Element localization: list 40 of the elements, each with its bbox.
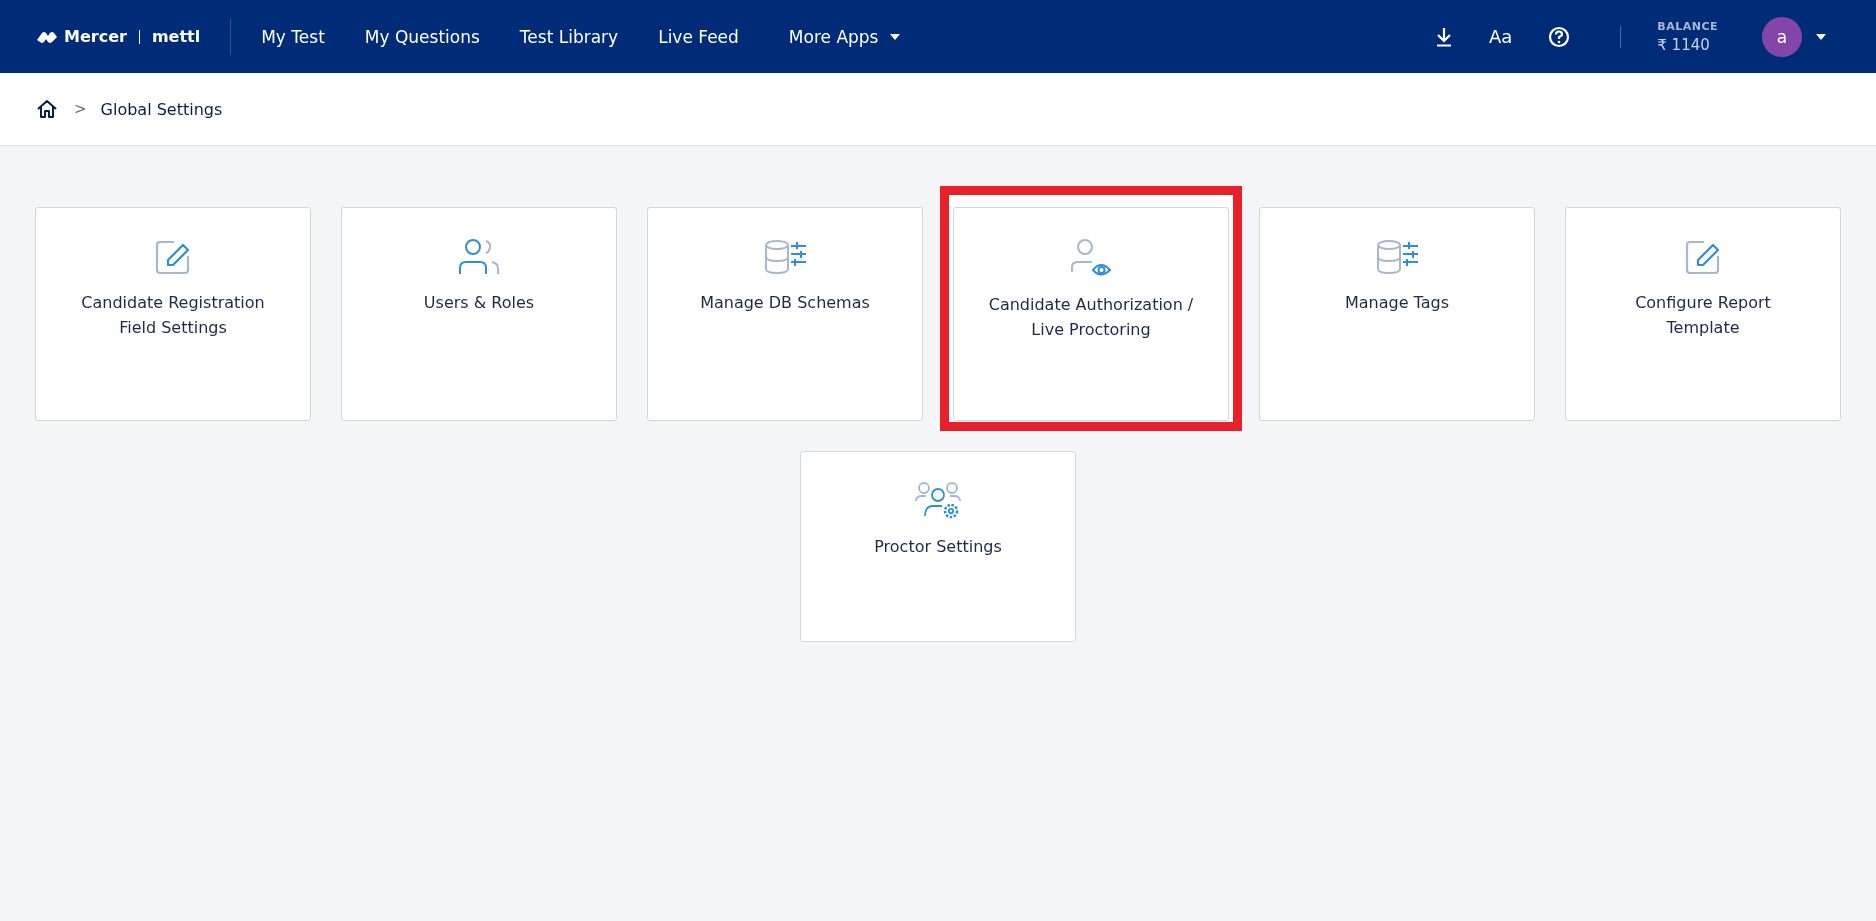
- settings-card[interactable]: Candidate Registration Field Settings: [35, 207, 311, 421]
- balance-label: BALANCE: [1657, 19, 1718, 33]
- download-icon[interactable]: [1434, 26, 1453, 47]
- nav-link[interactable]: Live Feed: [658, 26, 739, 47]
- brand-name: Mercer: [64, 27, 127, 46]
- settings-card[interactable]: Candidate Authorization / Live Proctoring: [953, 207, 1229, 421]
- card-title: Candidate Authorization / Live Proctoring: [988, 294, 1194, 341]
- caret-icon[interactable]: [1816, 33, 1826, 40]
- nav-link[interactable]: Test Library: [519, 26, 619, 47]
- help-icon[interactable]: [1548, 25, 1571, 48]
- nav-link[interactable]: My Test: [261, 26, 325, 47]
- product-name: mettl: [151, 27, 201, 46]
- settings-card[interactable]: Configure Report Template: [1565, 207, 1841, 421]
- breadcrumb-separator: >: [74, 100, 87, 118]
- settings-card[interactable]: Proctor Settings: [800, 451, 1076, 642]
- database-sliders-icon: [763, 238, 807, 276]
- edit-icon: [154, 238, 192, 276]
- settings-card[interactable]: Manage Tags: [1259, 207, 1535, 421]
- card-title: Users & Roles: [423, 292, 535, 314]
- settings-card[interactable]: Users & Roles: [341, 207, 617, 421]
- font-size-toggle[interactable]: Aa: [1488, 26, 1513, 47]
- wave-logo-icon: [36, 29, 58, 44]
- user-avatar[interactable]: a: [1762, 16, 1802, 57]
- settings-card[interactable]: Manage DB Schemas: [647, 207, 923, 421]
- logo[interactable]: Mercer mettl: [36, 27, 201, 46]
- nav-link[interactable]: More Apps: [788, 26, 901, 47]
- card-title: Manage Tags: [1344, 292, 1450, 314]
- users-icon: [457, 238, 501, 276]
- edit-icon: [1684, 238, 1722, 276]
- user-eye-icon: [1069, 238, 1113, 278]
- breadcrumb-item: Global Settings: [100, 99, 223, 119]
- home-icon[interactable]: [36, 99, 58, 119]
- card-title: Manage DB Schemas: [700, 292, 870, 314]
- card-title: Configure Report Template: [1635, 292, 1771, 339]
- database-sliders-icon: [1375, 238, 1419, 276]
- card-title: Proctor Settings: [874, 536, 1002, 558]
- nav-link[interactable]: My Questions: [364, 26, 480, 47]
- balance-value: ₹ 1140: [1657, 35, 1711, 54]
- users-gear-icon: [915, 482, 961, 520]
- card-title: Candidate Registration Field Settings: [81, 292, 265, 339]
